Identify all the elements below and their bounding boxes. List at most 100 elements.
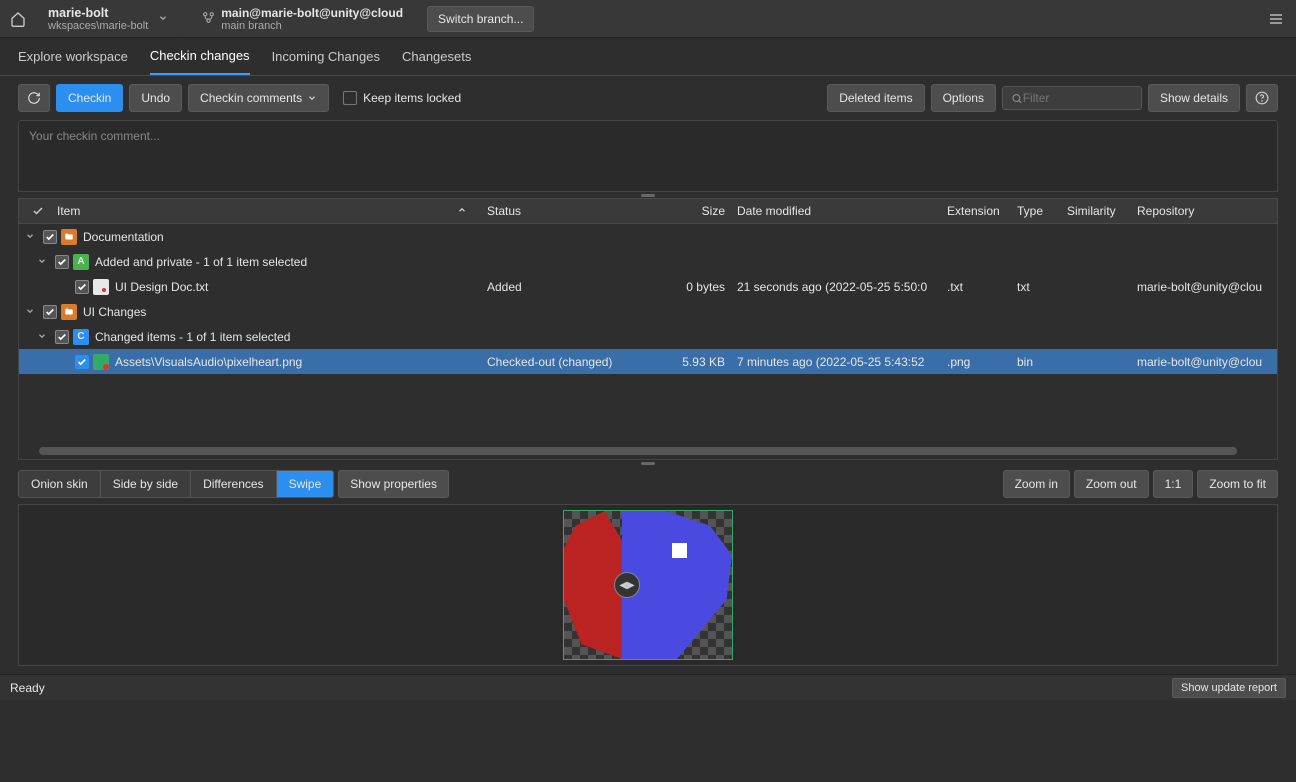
status-bar: Ready Show update report [0,674,1296,700]
col-similarity[interactable]: Similarity [1061,204,1131,218]
checkin-comment-input[interactable]: Your checkin comment... [18,120,1278,192]
file-type: txt [1011,280,1061,294]
changed-badge: C [73,329,89,345]
diff-view[interactable]: ◀▶ [18,504,1278,666]
main-tabs: Explore workspace Checkin changes Incomi… [0,38,1296,76]
keep-locked-checkbox[interactable]: Keep items locked [343,91,461,105]
branch-crumb[interactable]: main@marie-bolt@unity@cloud main branch [180,0,415,38]
caret-icon[interactable] [25,230,39,244]
splitter[interactable] [0,460,1296,466]
file-size: 5.93 KB [661,355,731,369]
refresh-button[interactable] [18,84,50,112]
mode-differences[interactable]: Differences [191,471,276,497]
row-checkbox[interactable] [55,255,69,269]
top-bar: marie-bolt wkspaces\marie-bolt main@mari… [0,0,1296,38]
added-badge: A [73,254,89,270]
zoom-in-button[interactable]: Zoom in [1003,470,1070,498]
col-date[interactable]: Date modified [731,204,941,218]
caret-icon[interactable] [25,305,39,319]
file-ext: .txt [941,280,1011,294]
swipe-handle[interactable]: ◀▶ [614,572,640,598]
status-text: Ready [10,681,45,695]
col-extension[interactable]: Extension [941,204,1011,218]
file-ext: .png [941,355,1011,369]
help-icon [1255,91,1269,105]
deleted-items-button[interactable]: Deleted items [827,84,924,112]
filter-field[interactable] [1002,86,1142,110]
row-checkbox[interactable] [75,355,89,369]
mode-onion[interactable]: Onion skin [19,471,101,497]
col-size[interactable]: Size [661,204,731,218]
workspace-crumb[interactable]: marie-bolt wkspaces\marie-bolt [36,0,180,38]
toolbar: Checkin Undo Checkin comments Keep items… [0,76,1296,120]
branch-sub: main branch [221,20,403,32]
col-item[interactable]: Item [51,204,481,218]
tab-explore[interactable]: Explore workspace [18,39,128,74]
show-details-button[interactable]: Show details [1148,84,1240,112]
caret-icon[interactable] [37,255,51,269]
home-icon [10,11,26,27]
file-name: Assets\VisualsAudio\pixelheart.png [115,355,481,369]
file-status: Added [481,280,661,294]
row-checkbox[interactable] [75,280,89,294]
show-properties-button[interactable]: Show properties [338,470,449,498]
checkin-comments-button[interactable]: Checkin comments [188,84,329,112]
mode-sbs[interactable]: Side by side [101,471,191,497]
tab-checkin[interactable]: Checkin changes [150,38,250,75]
image-file-icon [93,354,109,370]
chevron-down-icon [158,12,168,26]
subgroup-label: Added and private - 1 of 1 item selected [95,255,307,269]
file-status: Checked-out (changed) [481,355,661,369]
group-ui-changes[interactable]: UI Changes [19,299,1277,324]
file-date: 21 seconds ago (2022-05-25 5:50:0 [731,280,941,294]
subgroup-added[interactable]: A Added and private - 1 of 1 item select… [19,249,1277,274]
folder-icon [61,229,77,245]
group-documentation[interactable]: Documentation [19,224,1277,249]
file-date: 7 minutes ago (2022-05-25 5:43:52 [731,355,941,369]
caret-icon[interactable] [37,330,51,344]
show-update-report-button[interactable]: Show update report [1172,678,1286,698]
group-label: UI Changes [83,305,146,319]
tab-changesets[interactable]: Changesets [402,39,471,74]
image-preview: ◀▶ [563,510,733,660]
zoom-1-1-button[interactable]: 1:1 [1153,470,1194,498]
subgroup-changed[interactable]: C Changed items - 1 of 1 item selected [19,324,1277,349]
checkbox-icon [343,91,357,105]
chevron-down-icon [307,93,317,103]
tab-incoming[interactable]: Incoming Changes [272,39,380,74]
row-checkbox[interactable] [43,305,57,319]
file-name: UI Design Doc.txt [115,280,481,294]
col-status[interactable]: Status [481,204,661,218]
col-repository[interactable]: Repository [1131,204,1271,218]
horizontal-scrollbar[interactable] [39,447,1237,455]
filter-input[interactable] [1023,91,1133,105]
keep-locked-label: Keep items locked [363,91,461,105]
row-checkbox[interactable] [43,230,57,244]
switch-branch-button[interactable]: Switch branch... [427,6,534,32]
txt-file-icon [93,279,109,295]
file-row[interactable]: UI Design Doc.txt Added 0 bytes 21 secon… [19,274,1277,299]
mode-swipe[interactable]: Swipe [277,471,334,497]
home-button[interactable] [0,0,36,38]
group-label: Documentation [83,230,164,244]
checkin-comments-label: Checkin comments [200,91,302,105]
col-type[interactable]: Type [1011,204,1061,218]
changes-tree: Documentation A Added and private - 1 of… [18,224,1278,460]
zoom-fit-button[interactable]: Zoom to fit [1197,470,1278,498]
help-button[interactable] [1246,84,1278,112]
zoom-out-button[interactable]: Zoom out [1074,470,1149,498]
file-type: bin [1011,355,1061,369]
diff-toolbar: Onion skin Side by side Differences Swip… [18,470,1278,498]
options-button[interactable]: Options [931,84,996,112]
menu-button[interactable] [1256,11,1296,27]
undo-button[interactable]: Undo [129,84,182,112]
branch-name: main@marie-bolt@unity@cloud [221,6,403,20]
subgroup-label: Changed items - 1 of 1 item selected [95,330,290,344]
workspace-name: marie-bolt [48,6,148,20]
file-row-selected[interactable]: Assets\VisualsAudio\pixelheart.png Check… [19,349,1277,374]
row-checkbox[interactable] [55,330,69,344]
file-repo: marie-bolt@unity@clou [1131,280,1271,294]
checkin-button[interactable]: Checkin [56,84,123,112]
header-checkbox[interactable] [25,205,51,217]
folder-icon [61,304,77,320]
